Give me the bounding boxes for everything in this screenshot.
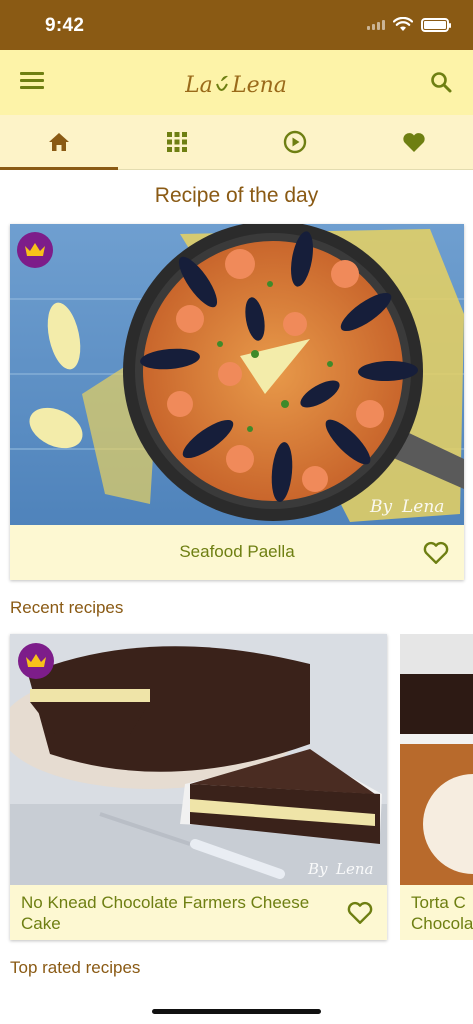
recipe-card[interactable]: Torta C Chocola — [400, 634, 473, 940]
home-indicator[interactable] — [152, 1009, 321, 1014]
chocolate-cheese-cake-photo: By Lena — [10, 634, 387, 885]
torta-photo — [400, 634, 473, 885]
recipe-of-day-caption: Seafood Paella — [10, 525, 464, 580]
favorite-button[interactable] — [423, 541, 449, 565]
tab-home[interactable] — [0, 115, 118, 170]
status-icons — [367, 17, 451, 32]
svg-text:Lena: Lena — [231, 73, 287, 98]
search-icon — [431, 72, 452, 93]
menu-button[interactable] — [20, 72, 44, 92]
recipe-of-day-title: Recipe of the day — [154, 184, 319, 207]
top-rated-title: Top rated recipes — [10, 958, 141, 977]
svg-text:Lena: Lena — [335, 860, 373, 878]
grid-icon — [167, 132, 187, 152]
recent-recipes-title: Recent recipes — [10, 598, 124, 617]
recipe-title: Torta C Chocola — [411, 893, 473, 933]
recipe-card[interactable]: By Lena No Knead Chocolate Farmers Chees… — [10, 634, 387, 940]
app-header: La Lena — [0, 50, 473, 115]
status-bar: 9:42 — [0, 0, 473, 50]
heart-outline-icon — [423, 541, 449, 564]
premium-badge — [18, 643, 54, 679]
status-time: 9:42 — [45, 15, 85, 36]
recipe-title: Seafood Paella — [179, 542, 295, 561]
cellular-signal-icon — [367, 19, 385, 30]
tab-videos[interactable] — [236, 115, 354, 169]
menu-icon — [20, 72, 44, 75]
heart-icon — [402, 132, 425, 152]
tab-categories[interactable] — [118, 115, 236, 169]
search-button[interactable] — [429, 70, 453, 94]
battery-icon — [421, 17, 451, 32]
home-icon — [49, 133, 69, 151]
svg-text:By: By — [307, 860, 328, 878]
crown-icon — [25, 243, 45, 256]
play-circle-icon — [283, 130, 307, 154]
logo-mark: La Lena — [184, 73, 287, 98]
seafood-paella-photo: By Lena — [10, 224, 464, 525]
svg-text:Lena: Lena — [401, 497, 444, 517]
premium-badge — [17, 232, 53, 268]
crown-icon — [26, 654, 46, 667]
favorite-button[interactable] — [347, 901, 373, 925]
tab-bar — [0, 115, 473, 170]
app-logo: La Lena — [184, 68, 289, 108]
svg-text:La: La — [185, 73, 213, 98]
recipe-title: No Knead Chocolate Farmers Cheese Cake — [21, 893, 310, 933]
tab-favorites[interactable] — [354, 115, 473, 169]
recipe-of-day-card[interactable]: By Lena Seafood Paella — [10, 224, 464, 580]
svg-text:By: By — [369, 497, 392, 517]
heart-outline-icon — [347, 901, 373, 924]
wifi-icon — [393, 17, 413, 31]
